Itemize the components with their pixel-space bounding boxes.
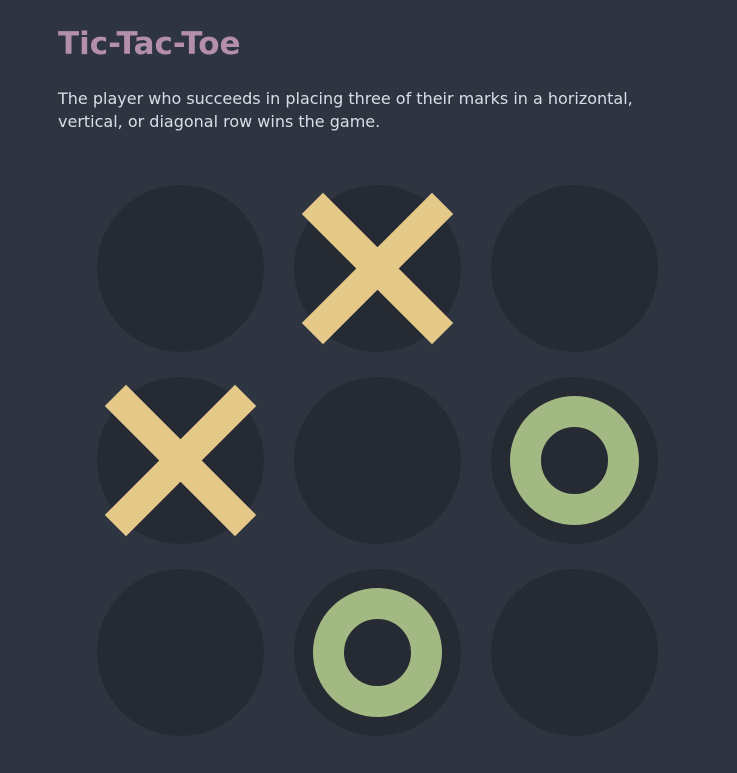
cell-r3-c2[interactable]: [294, 569, 461, 736]
o-mark-icon: [294, 569, 461, 736]
x-mark-icon: [97, 377, 264, 544]
cell-r1-c1[interactable]: [97, 185, 264, 352]
cell-r1-c3[interactable]: [491, 185, 658, 352]
o-mark-icon: [491, 377, 658, 544]
game-board: [97, 185, 658, 736]
cell-r2-c3[interactable]: [491, 377, 658, 544]
cell-r1-c2[interactable]: [294, 185, 461, 352]
x-mark-icon: [294, 185, 461, 352]
cell-r2-c1[interactable]: [97, 377, 264, 544]
cell-r2-c2[interactable]: [294, 377, 461, 544]
cell-r3-c3[interactable]: [491, 569, 658, 736]
game-description: The player who succeeds in placing three…: [58, 89, 633, 131]
page-title: Tic-Tac-Toe: [58, 26, 241, 62]
cell-r3-c1[interactable]: [97, 569, 264, 736]
